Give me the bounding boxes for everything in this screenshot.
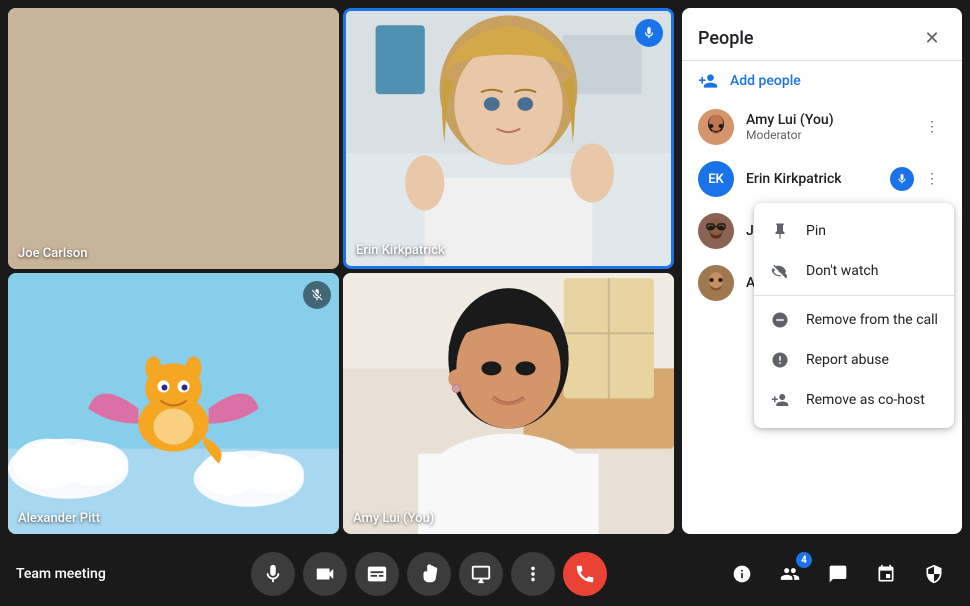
mic-muted-icon-alexander: [303, 281, 331, 309]
pin-icon: [770, 221, 790, 241]
add-people-label: Add people: [730, 73, 801, 89]
end-call-button[interactable]: [563, 552, 607, 596]
remove-cohost-icon: [770, 390, 790, 410]
present-button[interactable]: [459, 552, 503, 596]
more-options-erin[interactable]: ⋮: [918, 165, 946, 193]
video-tile-erin: Erin Kirkpatrick: [343, 8, 674, 269]
speaking-icon-erin: [890, 167, 914, 191]
video-grid: Joe Carlson: [0, 0, 682, 542]
avatar-joe: [698, 213, 734, 249]
chat-button[interactable]: [818, 554, 858, 594]
panel-header: People ✕: [682, 8, 962, 61]
menu-item-remove-call[interactable]: Remove from the call: [754, 300, 954, 340]
person-name-amy: Amy Lui (You): [746, 112, 918, 128]
camera-button[interactable]: [303, 552, 347, 596]
video-tile-joe: Joe Carlson: [8, 8, 339, 269]
avatar-amy: [698, 109, 734, 145]
meeting-title: Team meeting: [16, 566, 136, 582]
people-button[interactable]: 4: [770, 554, 810, 594]
context-menu: Pin Don't watch Remove from the call: [754, 203, 954, 428]
add-people-button[interactable]: Add people: [682, 61, 962, 101]
menu-item-report-abuse[interactable]: Report abuse: [754, 340, 954, 380]
report-abuse-icon: [770, 350, 790, 370]
menu-label-dont-watch: Don't watch: [806, 263, 878, 279]
participant-name-erin: Erin Kirkpatrick: [356, 243, 445, 258]
captions-button[interactable]: [355, 552, 399, 596]
avatar-alexander: [698, 265, 734, 301]
menu-label-report-abuse: Report abuse: [806, 352, 889, 368]
person-actions-amy: ⋮: [918, 113, 946, 141]
remove-call-icon: [770, 310, 790, 330]
close-panel-button[interactable]: ✕: [918, 24, 946, 52]
person-name-erin: Erin Kirkpatrick: [746, 171, 890, 187]
activities-button[interactable]: [866, 554, 906, 594]
people-count-badge: 4: [796, 552, 812, 568]
security-button[interactable]: [914, 554, 954, 594]
participant-name-joe: Joe Carlson: [18, 246, 88, 261]
toolbar-right: 4: [722, 554, 954, 594]
bottom-toolbar: Team meeting: [0, 542, 970, 606]
person-info-amy: Amy Lui (You) Moderator: [746, 112, 918, 142]
more-options-amy[interactable]: ⋮: [918, 113, 946, 141]
menu-item-pin[interactable]: Pin: [754, 211, 954, 251]
menu-label-remove-call: Remove from the call: [806, 312, 938, 328]
microphone-button[interactable]: [251, 552, 295, 596]
video-tile-alexander: Alexander Pitt: [8, 273, 339, 534]
more-options-button[interactable]: [511, 552, 555, 596]
menu-label-remove-cohost: Remove as co-host: [806, 392, 925, 408]
participant-name-amy: Amy Lui (You): [353, 511, 434, 526]
active-speaker-icon-erin: [635, 19, 663, 47]
info-button[interactable]: [722, 554, 762, 594]
main-container: Joe Carlson: [0, 0, 970, 542]
menu-divider-1: [754, 295, 954, 296]
dont-watch-icon: [770, 261, 790, 281]
person-info-erin: Erin Kirkpatrick: [746, 171, 890, 187]
toolbar-center: [136, 552, 722, 596]
video-tile-amy: Amy Lui (You): [343, 273, 674, 534]
person-item-amy[interactable]: Amy Lui (You) Moderator ⋮: [682, 101, 962, 153]
menu-item-dont-watch[interactable]: Don't watch: [754, 251, 954, 291]
menu-label-pin: Pin: [806, 223, 826, 239]
participant-name-alexander: Alexander Pitt: [18, 511, 100, 526]
avatar-erin: EK: [698, 161, 734, 197]
raise-hand-button[interactable]: [407, 552, 451, 596]
person-role-amy: Moderator: [746, 128, 918, 142]
panel-title: People: [698, 28, 754, 49]
people-panel: People ✕ Add people: [682, 8, 962, 534]
person-actions-erin: ⋮: [890, 165, 946, 193]
menu-item-remove-cohost[interactable]: Remove as co-host: [754, 380, 954, 420]
person-item-erin[interactable]: EK Erin Kirkpatrick ⋮: [682, 153, 962, 205]
avatar-erin-initials: EK: [708, 172, 724, 187]
